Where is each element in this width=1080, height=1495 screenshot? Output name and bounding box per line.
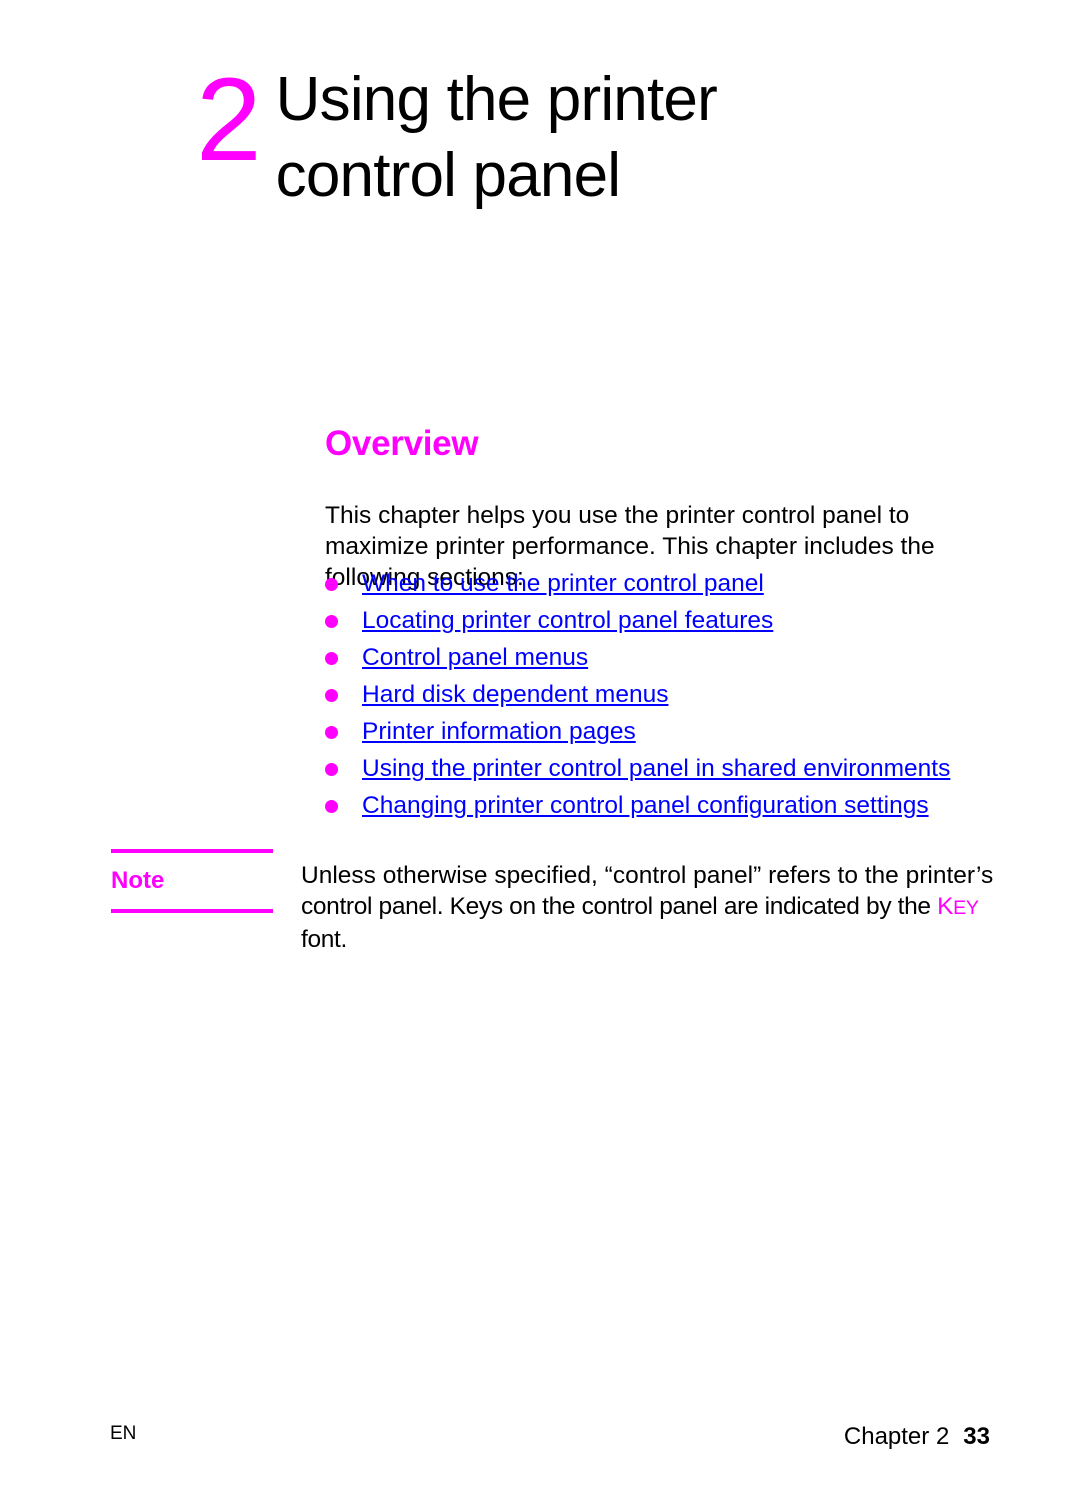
key-remainder: EY [953, 897, 979, 919]
list-item[interactable]: Locating printer control panel features [325, 607, 1025, 644]
chapter-number: 2 [196, 54, 262, 186]
note-rule-bottom [111, 909, 273, 913]
note-body: Unless otherwise specified, “control pan… [301, 860, 1001, 955]
list-item[interactable]: Printer information pages [325, 718, 1025, 755]
section-link[interactable]: When to use the printer control panel [362, 570, 764, 598]
bullet-icon [325, 763, 338, 776]
bullet-icon [325, 726, 338, 739]
note-label: Note [111, 867, 165, 894]
list-item[interactable]: When to use the printer control panel [325, 570, 1025, 607]
footer-chapter-info: Chapter 2 33 [844, 1423, 990, 1451]
section-link[interactable]: Using the printer control panel in share… [362, 755, 950, 783]
footer-chapter-label: Chapter 2 [843, 1423, 950, 1450]
page-footer: EN Chapter 2 33 [0, 1423, 1080, 1455]
chapter-title: Using the printer control panel [275, 65, 718, 210]
note-line-2-before: control panel. Keys on the control panel… [301, 893, 938, 920]
document-page: 2 Using the printer control panel Overvi… [0, 0, 1080, 1495]
note-rule-top [111, 849, 273, 853]
list-item[interactable]: Using the printer control panel in share… [325, 755, 1025, 792]
bullet-icon [325, 800, 338, 813]
section-heading-overview: Overview [325, 424, 479, 463]
note-line-2: control panel. Keys on the control panel… [301, 891, 1001, 955]
section-link[interactable]: Locating printer control panel features [362, 607, 773, 635]
note-line-1: Unless otherwise specified, “control pan… [301, 862, 994, 889]
key-initial: K [937, 893, 954, 920]
section-link[interactable]: Printer information pages [362, 718, 636, 746]
note-line-2-after: font. [301, 926, 347, 953]
list-item[interactable]: Hard disk dependent menus [325, 681, 1025, 718]
bullet-icon [325, 652, 338, 665]
section-link[interactable]: Control panel menus [362, 644, 588, 672]
chapter-heading: 2 Using the printer control panel [196, 54, 836, 213]
section-link[interactable]: Changing printer control panel configura… [362, 792, 929, 820]
key-font-mention: KEY [937, 893, 979, 920]
section-link-list: When to use the printer control panel Lo… [325, 570, 1025, 829]
bullet-icon [325, 689, 338, 702]
list-item[interactable]: Changing printer control panel configura… [325, 792, 1025, 829]
footer-page-number: 33 [963, 1423, 990, 1450]
list-item[interactable]: Control panel menus [325, 644, 1025, 681]
bullet-icon [325, 578, 338, 591]
section-link[interactable]: Hard disk dependent menus [362, 681, 668, 709]
footer-language: EN [110, 1423, 137, 1444]
bullet-icon [325, 615, 338, 628]
